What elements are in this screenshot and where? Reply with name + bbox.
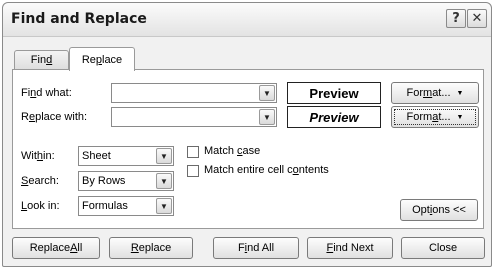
replace-all-button[interactable]: Replace All bbox=[12, 237, 100, 259]
replace-format-preview: Preview bbox=[287, 106, 381, 128]
match-case-checkbox[interactable] bbox=[187, 146, 199, 158]
match-entire-cell-checkbox[interactable] bbox=[187, 165, 199, 177]
help-icon: ? bbox=[452, 11, 460, 26]
match-case-label[interactable]: Match case bbox=[204, 145, 260, 157]
within-select[interactable]: Sheet ▼ bbox=[78, 146, 174, 166]
find-replace-dialog: Find and Replace ? ✕ Fin d Re p lace Find w… bbox=[2, 2, 492, 267]
find-next-button[interactable]: Find Next bbox=[307, 237, 393, 259]
look-in-label: Look in: bbox=[21, 200, 60, 212]
chevron-down-icon[interactable]: ▼ bbox=[259, 85, 275, 101]
chevron-down-icon[interactable]: ▼ bbox=[259, 109, 275, 125]
find-format-button[interactable]: For m at... ▼ bbox=[391, 82, 479, 104]
close-icon: ✕ bbox=[471, 11, 483, 26]
search-select[interactable]: By Rows ▼ bbox=[78, 171, 174, 191]
within-label: Within: bbox=[21, 150, 55, 162]
close-window-button[interactable]: ✕ bbox=[467, 9, 487, 28]
title-bar: Find and Replace ? ✕ bbox=[3, 3, 491, 37]
match-entire-cell-label[interactable]: Match entire cell contents bbox=[204, 164, 329, 176]
find-what-input[interactable]: ▼ bbox=[111, 83, 277, 103]
replace-format-button[interactable]: Form a t... ▼ bbox=[391, 106, 479, 128]
options-button[interactable]: Opt i ons << bbox=[400, 199, 478, 221]
find-all-button[interactable]: Fi nd All bbox=[213, 237, 299, 259]
tab-replace[interactable]: Re p lace bbox=[69, 47, 135, 71]
tab-find[interactable]: Fin d bbox=[14, 50, 69, 69]
chevron-down-icon[interactable]: ▼ bbox=[156, 173, 172, 189]
find-format-preview: Preview bbox=[287, 82, 381, 104]
chevron-down-icon[interactable]: ▼ bbox=[156, 148, 172, 164]
replace-button[interactable]: Replace bbox=[109, 237, 193, 259]
close-button[interactable]: Close bbox=[401, 237, 485, 259]
dropdown-arrow-icon: ▼ bbox=[456, 89, 464, 97]
search-label: Search: bbox=[21, 175, 59, 187]
chevron-down-icon[interactable]: ▼ bbox=[156, 198, 172, 214]
look-in-select[interactable]: Formulas ▼ bbox=[78, 196, 174, 216]
help-button[interactable]: ? bbox=[446, 9, 466, 28]
dropdown-arrow-icon: ▼ bbox=[456, 113, 464, 121]
replace-with-input[interactable]: ▼ bbox=[111, 107, 277, 127]
replace-panel: Find what: ▼ Preview For m at... ▼ Replace… bbox=[12, 69, 484, 229]
find-what-label: Find what: bbox=[21, 87, 72, 99]
replace-with-label: Replace with: bbox=[21, 111, 88, 123]
dialog-title: Find and Replace bbox=[11, 11, 147, 27]
